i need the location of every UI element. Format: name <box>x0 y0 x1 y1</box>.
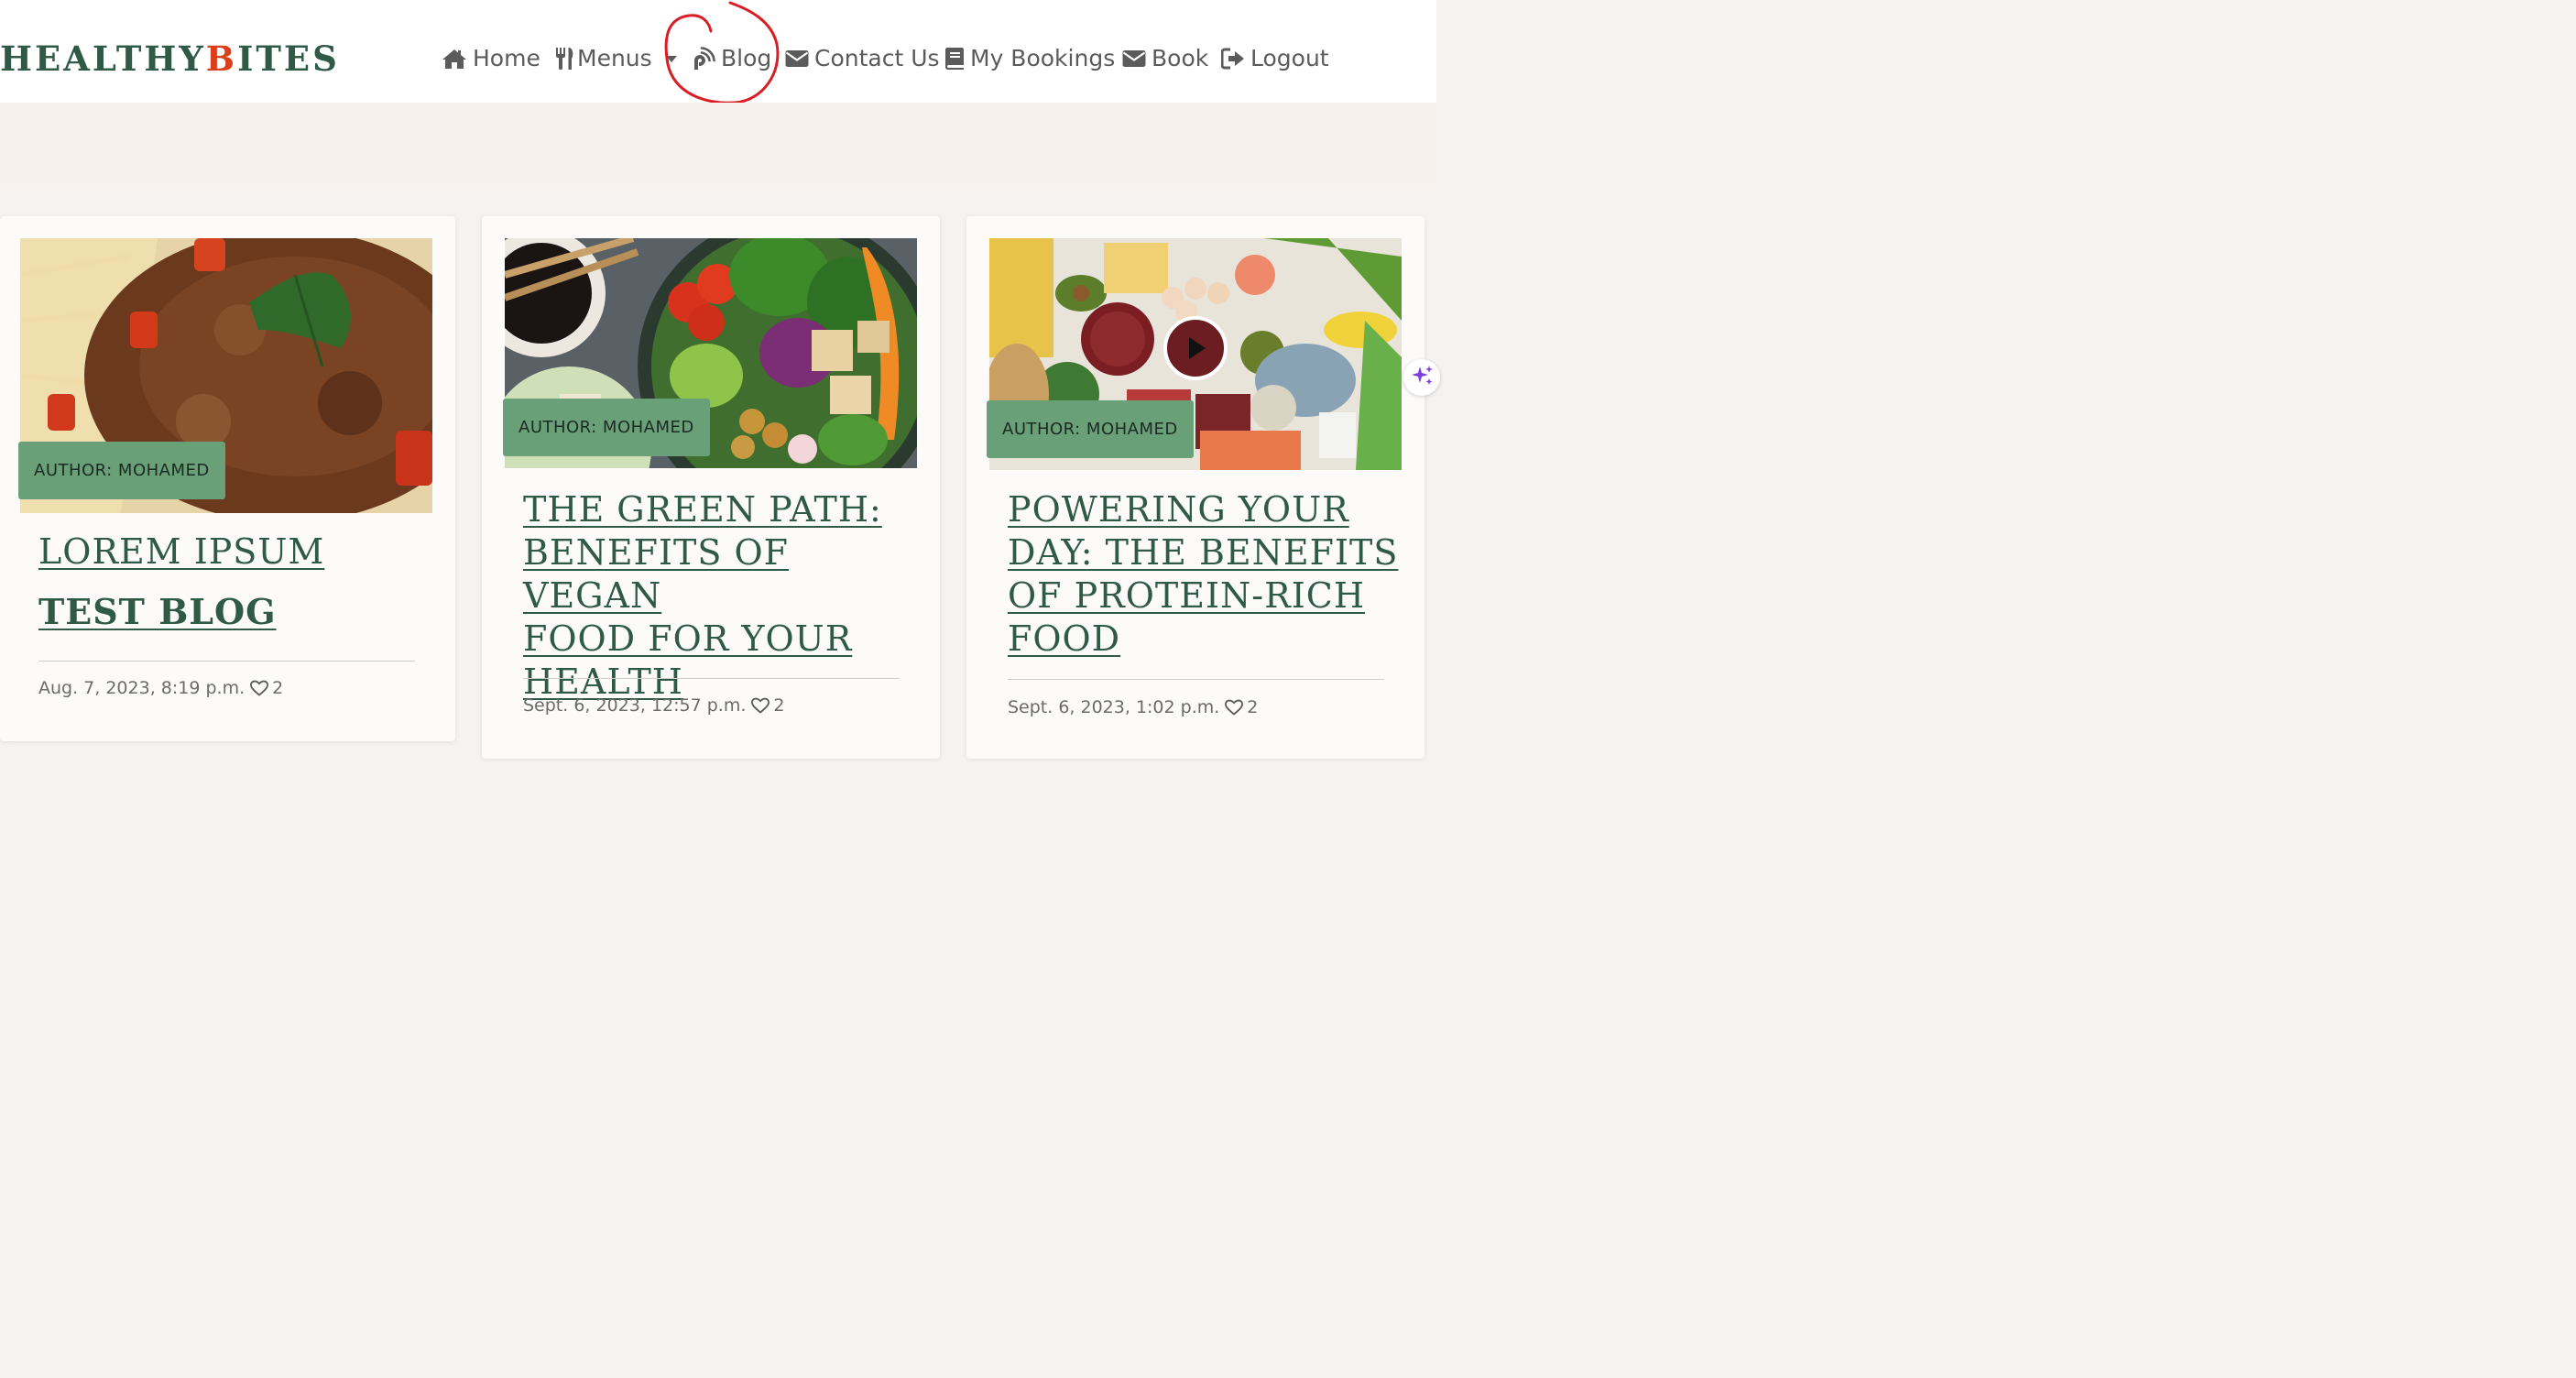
divider <box>38 661 415 662</box>
nav-blog-label: Blog <box>721 45 772 71</box>
blog-icon <box>692 47 715 71</box>
nav-home-label: Home <box>473 45 540 71</box>
nav-book-label: Book <box>1152 45 1209 71</box>
divider <box>523 678 900 679</box>
blog-card[interactable]: AUTHOR: MOHAMED POWERING YOUR DAY: THE B… <box>966 216 1424 759</box>
post-title-line: POWERING YOUR <box>1008 489 1349 530</box>
nav-home[interactable]: Home <box>442 40 540 77</box>
like-count: 2 <box>1247 697 1259 717</box>
blog-card[interactable]: AUTHOR: MOHAMED LOREM IPSUM TEST BLOG Au… <box>0 216 455 741</box>
sparkle-icon <box>1411 364 1435 391</box>
nav-logout[interactable]: Logout <box>1221 40 1329 77</box>
heart-icon[interactable] <box>1225 699 1244 716</box>
nav-my-bookings[interactable]: My Bookings <box>944 40 1115 77</box>
nav-menus-label: Menus <box>577 45 652 71</box>
like-count: 2 <box>773 695 785 716</box>
post-title-line: FOOD <box>1008 618 1121 659</box>
post-title-line: DAY: THE BENEFITS <box>1008 532 1399 573</box>
brand-text-2: ITES <box>237 38 340 79</box>
heart-icon[interactable] <box>751 697 770 714</box>
chevron-down-icon <box>665 54 678 63</box>
post-title-line: THE GREEN PATH: <box>523 489 882 530</box>
nav-contact[interactable]: Contact Us <box>785 40 940 77</box>
nav-blog[interactable]: Blog <box>692 40 771 77</box>
author-badge: AUTHOR: MOHAMED <box>18 442 225 499</box>
post-title-line: OF PROTEIN-RICH <box>1008 575 1365 616</box>
nav-book[interactable]: Book <box>1122 40 1208 77</box>
post-meta: Aug. 7, 2023, 8:19 p.m. 2 <box>38 678 283 698</box>
book-icon <box>944 47 965 71</box>
home-icon <box>442 48 467 70</box>
post-title-line: LOREM IPSUM <box>38 531 325 572</box>
envelope-icon <box>785 49 809 68</box>
post-title-bold[interactable]: TEST BLOG <box>38 590 432 633</box>
post-title[interactable]: THE GREEN PATH: BENEFITS OF VEGAN FOOD F… <box>523 488 917 704</box>
post-title-line: TEST BLOG <box>38 591 277 632</box>
heart-icon[interactable] <box>250 680 269 696</box>
author-badge: AUTHOR: MOHAMED <box>503 399 710 456</box>
nav-my-bookings-label: My Bookings <box>970 45 1116 71</box>
post-title-line: BENEFITS OF VEGAN <box>523 532 790 616</box>
post-meta: Sept. 6, 2023, 12:57 p.m. 2 <box>523 695 784 716</box>
utensils-icon <box>554 47 574 71</box>
divider <box>1008 679 1384 680</box>
assistant-button[interactable] <box>1403 359 1440 396</box>
hero-band <box>0 103 1436 189</box>
brand-text-1: HEALTHY <box>0 38 206 79</box>
post-title-line: FOOD FOR YOUR <box>523 618 853 659</box>
post-title[interactable]: LOREM IPSUM <box>38 530 432 574</box>
nav-menus[interactable]: Menus <box>554 40 678 77</box>
navbar: HEALTHYBITES Home Menus Blog Contact Us … <box>0 0 1436 103</box>
nav-logout-label: Logout <box>1250 45 1329 71</box>
post-date: Sept. 6, 2023, 1:02 p.m. <box>1008 697 1220 717</box>
brand-logo[interactable]: HEALTHYBITES <box>0 37 340 81</box>
post-meta: Sept. 6, 2023, 1:02 p.m. 2 <box>1008 697 1258 717</box>
sign-out-icon <box>1221 48 1245 70</box>
post-date: Aug. 7, 2023, 8:19 p.m. <box>38 678 246 698</box>
brand-text-accent: B <box>205 38 238 79</box>
blog-card[interactable]: AUTHOR: MOHAMED THE GREEN PATH: BENEFITS… <box>482 216 940 759</box>
like-count: 2 <box>272 678 284 698</box>
post-date: Sept. 6, 2023, 12:57 p.m. <box>523 695 747 716</box>
nav-contact-label: Contact Us <box>814 45 940 71</box>
author-badge: AUTHOR: MOHAMED <box>987 400 1194 458</box>
post-title[interactable]: POWERING YOUR DAY: THE BENEFITS OF PROTE… <box>1008 488 1402 661</box>
envelope-icon <box>1122 49 1146 68</box>
